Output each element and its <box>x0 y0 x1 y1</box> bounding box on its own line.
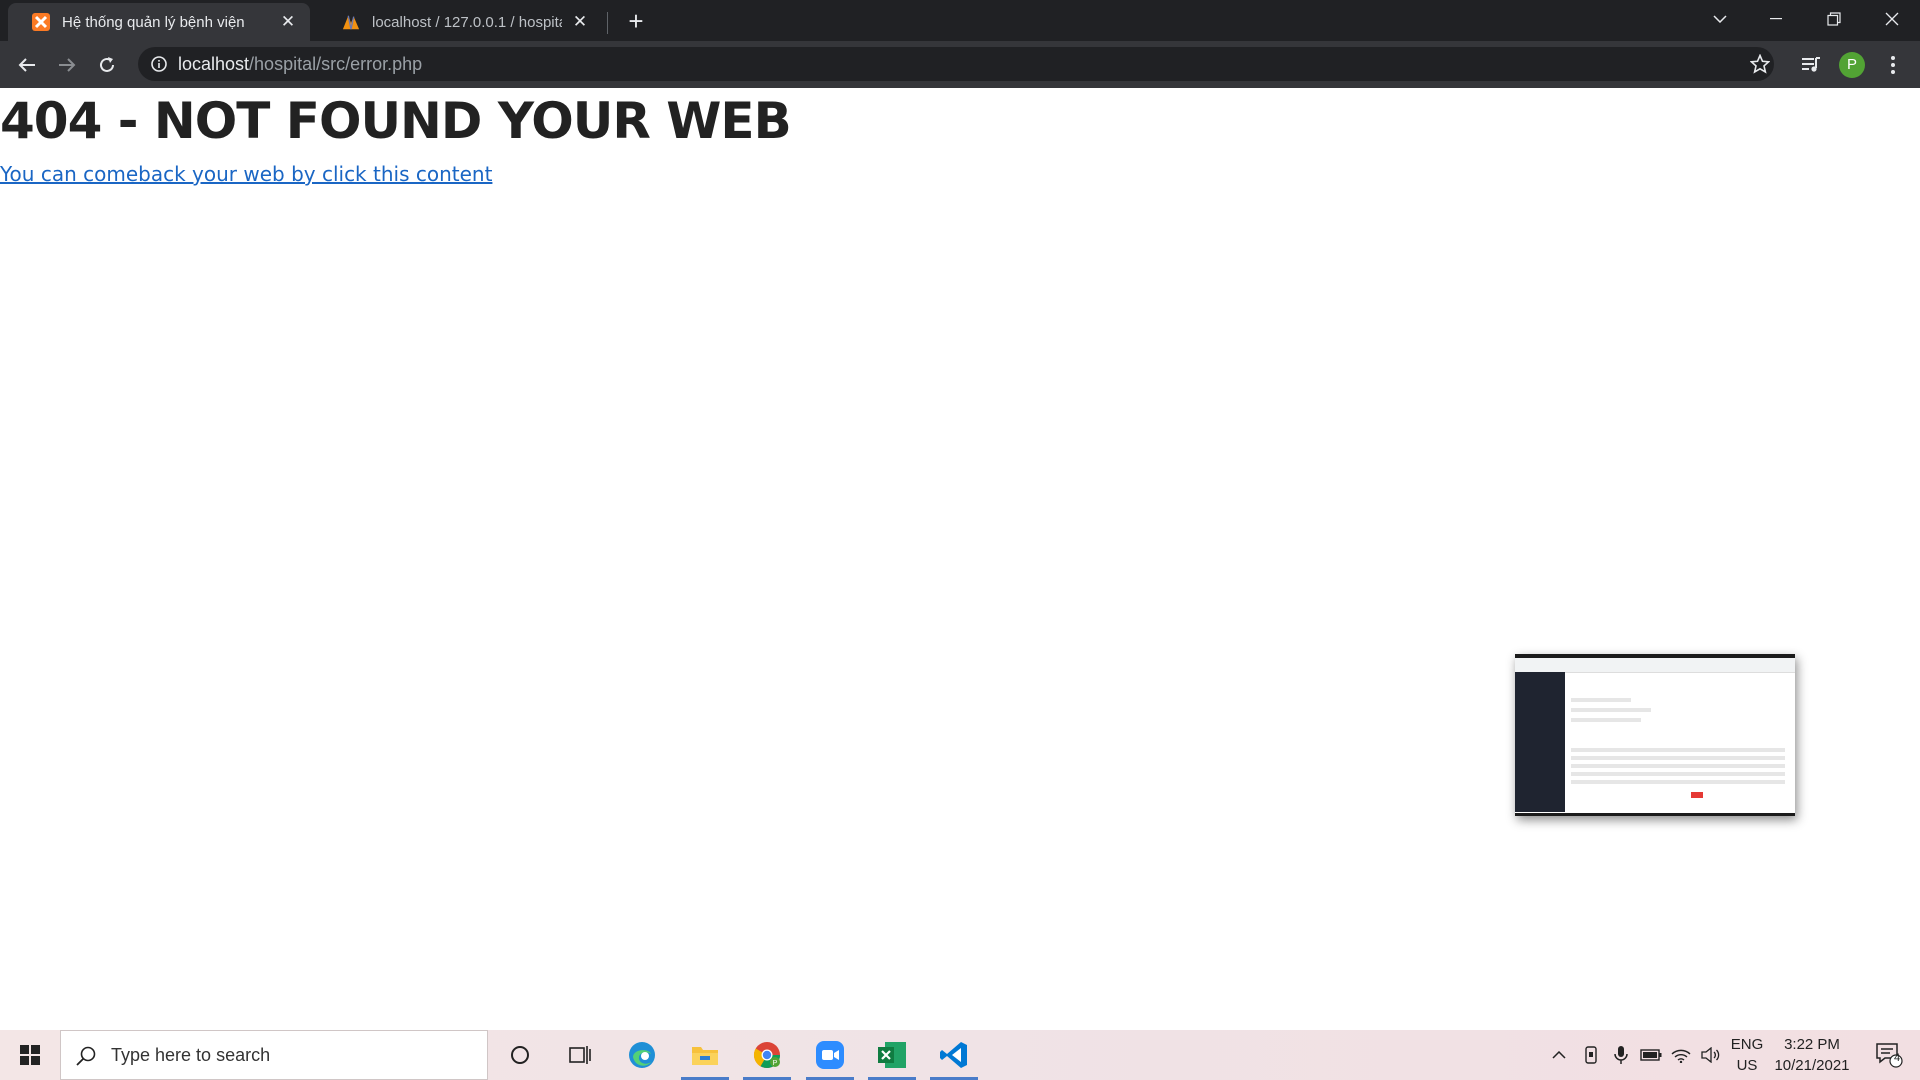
search-icon <box>75 1045 97 1072</box>
notification-center-icon[interactable]: 4 <box>1864 1030 1914 1080</box>
search-placeholder: Type here to search <box>111 1045 271 1065</box>
thumbnail-row <box>1571 698 1631 702</box>
comeback-link[interactable]: You can comeback your web by click this … <box>0 162 492 186</box>
file-explorer-icon[interactable] <box>675 1030 735 1080</box>
new-tab-button[interactable]: + <box>622 8 650 36</box>
zoom-icon[interactable] <box>800 1030 860 1080</box>
microphone-icon[interactable] <box>1606 1030 1636 1080</box>
minimize-button[interactable] <box>1748 0 1804 38</box>
thumbnail-row <box>1571 772 1785 776</box>
tab-separator <box>607 12 608 34</box>
input-language-bottom[interactable]: US <box>1730 1057 1764 1074</box>
forward-arrow-icon[interactable] <box>51 49 83 81</box>
chrome-icon[interactable]: P <box>737 1030 797 1080</box>
thumbnail-row <box>1571 718 1641 722</box>
profile-avatar[interactable]: P <box>1839 52 1865 78</box>
url-path: /hospital/src/error.php <box>249 54 423 74</box>
task-view-icon[interactable] <box>550 1030 610 1080</box>
clock-time[interactable]: 3:22 PM <box>1772 1036 1852 1053</box>
back-arrow-icon[interactable] <box>11 49 43 81</box>
thumbnail-sidebar <box>1515 672 1565 812</box>
tab-title: Hệ thống quản lý bệnh viện <box>62 13 245 31</box>
bookmark-star-icon[interactable] <box>1749 53 1771 79</box>
browser-toolbar: localhost/hospital/src/error.php P <box>0 41 1920 88</box>
clock-date[interactable]: 10/21/2021 <box>1772 1057 1852 1074</box>
taskbar-search-box[interactable]: Type here to search <box>60 1030 488 1080</box>
site-info-icon[interactable] <box>150 55 168 78</box>
close-tab-icon[interactable]: ✕ <box>278 12 298 32</box>
xampp-icon <box>32 13 50 31</box>
thumbnail-row <box>1571 748 1785 752</box>
thumbnail-row <box>1571 780 1785 784</box>
volume-icon[interactable] <box>1696 1030 1726 1080</box>
reload-icon[interactable] <box>91 49 123 81</box>
input-language-top[interactable]: ENG <box>1730 1036 1764 1053</box>
phpmyadmin-icon <box>342 13 360 31</box>
url-host: localhost <box>178 54 250 74</box>
thumbnail-border <box>1515 813 1795 816</box>
browser-tab-strip: Hệ thống quản lý bệnh viện ✕ localhost /… <box>0 0 1920 41</box>
windows-start-icon[interactable] <box>0 1030 60 1080</box>
excel-icon[interactable] <box>862 1030 922 1080</box>
tab-hospital-system[interactable]: Hệ thống quản lý bệnh viện ✕ <box>8 3 310 41</box>
battery-icon[interactable] <box>1636 1030 1666 1080</box>
svg-text:P: P <box>773 1060 778 1067</box>
address-bar[interactable]: localhost/hospital/src/error.php <box>138 47 1774 81</box>
thumbnail-button <box>1691 792 1703 798</box>
page-title: 404 - NOT FOUND YOUR WEB <box>0 92 792 150</box>
screenshot-preview-thumbnail[interactable] <box>1515 654 1795 816</box>
cortana-icon[interactable] <box>490 1030 550 1080</box>
media-control-icon[interactable] <box>1795 49 1827 81</box>
thumbnail-row <box>1571 708 1651 712</box>
tab-search-chevron-icon[interactable] <box>1692 0 1748 38</box>
show-hidden-icons-chevron-icon[interactable] <box>1544 1030 1574 1080</box>
menu-dots-icon[interactable] <box>1877 49 1909 81</box>
notification-count: 4 <box>1893 1052 1901 1064</box>
close-tab-icon[interactable]: ✕ <box>570 12 590 32</box>
restore-button[interactable] <box>1806 0 1862 38</box>
thumbnail-row <box>1571 764 1785 768</box>
tab-title: localhost / 127.0.0.1 / hospital / p <box>372 13 562 31</box>
thumbnail-browser-bar <box>1515 658 1795 673</box>
edge-browser-icon[interactable] <box>612 1030 672 1080</box>
wifi-icon[interactable] <box>1666 1030 1696 1080</box>
tab-phpmyadmin[interactable]: localhost / 127.0.0.1 / hospital / p ✕ <box>318 3 602 41</box>
vscode-icon[interactable] <box>924 1030 984 1080</box>
url-text: localhost/hospital/src/error.php <box>178 54 422 75</box>
close-window-button[interactable] <box>1864 0 1920 38</box>
page-content: 404 - NOT FOUND YOUR WEB You can comebac… <box>0 88 1920 1030</box>
thumbnail-row <box>1571 756 1785 760</box>
windows-taskbar: Type here to search P ENG US 3:22 PM 10/… <box>0 1030 1920 1080</box>
device-icon[interactable] <box>1576 1030 1606 1080</box>
